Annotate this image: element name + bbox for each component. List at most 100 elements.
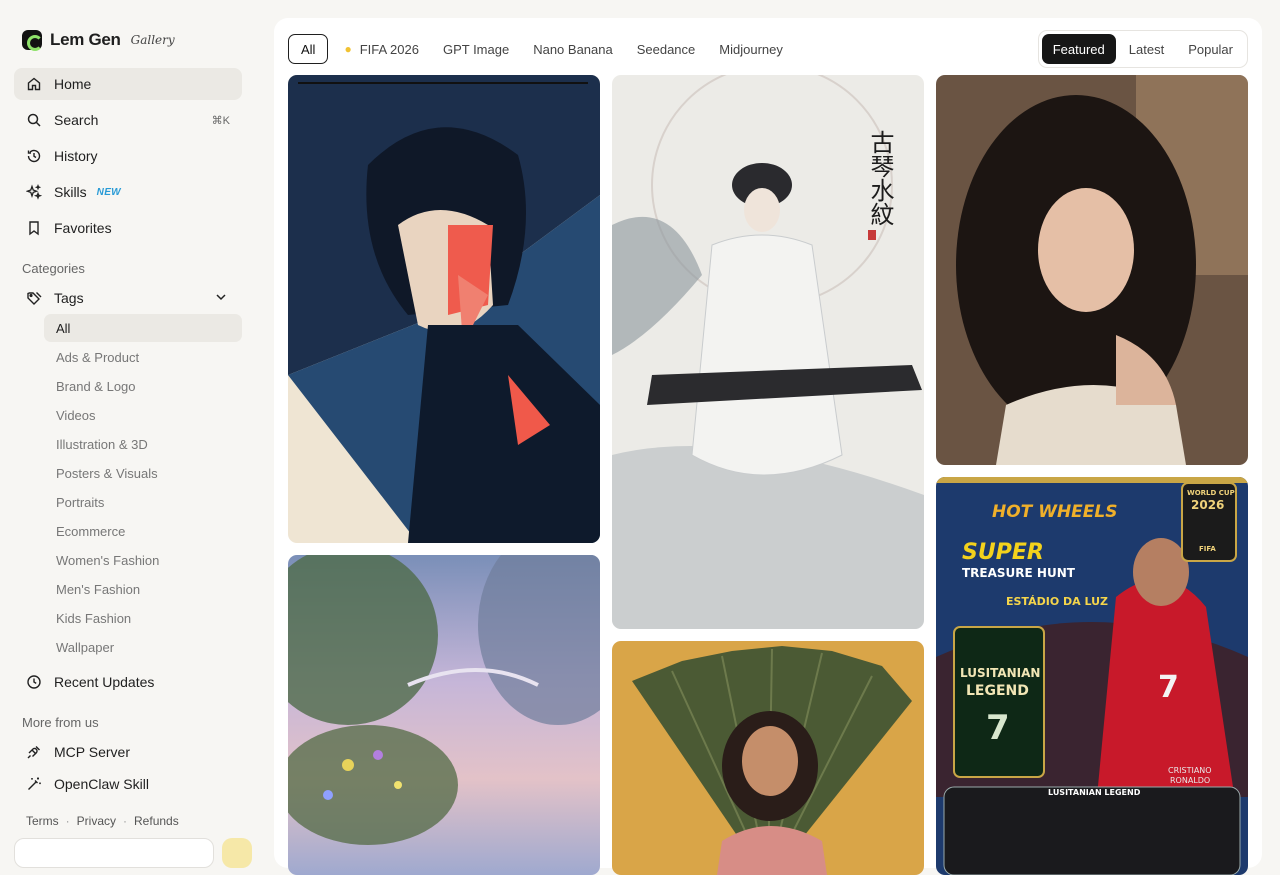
logo[interactable]: Lem Gen Gallery	[22, 30, 175, 51]
home-icon	[26, 76, 42, 92]
filter-midjourney[interactable]: Midjourney	[707, 34, 795, 64]
hw-title-1: SUPER	[962, 540, 1044, 565]
poster-title-text: 古琴水紋	[866, 130, 894, 226]
impressionist-garden-image	[288, 555, 600, 875]
nav-mcp-label: MCP Server	[54, 744, 130, 760]
nav-tags-label: Tags	[54, 290, 84, 306]
tag-mens-fashion[interactable]: Men's Fashion	[44, 575, 242, 603]
tag-illustration-3d[interactable]: Illustration & 3D	[44, 430, 242, 458]
new-badge: NEW	[96, 186, 121, 198]
nav-favorites-label: Favorites	[54, 220, 112, 236]
recent-nav: Recent Updates	[14, 666, 242, 698]
graphic-portrait-image	[288, 75, 600, 543]
nav-search[interactable]: Search ⌘K	[14, 104, 242, 136]
hw-title-2: TREASURE HUNT	[962, 566, 1076, 580]
nav-openclaw-skill[interactable]: OpenClaw Skill	[14, 768, 242, 800]
tag-brand-logo[interactable]: Brand & Logo	[44, 372, 242, 400]
nav-tags[interactable]: Tags	[14, 282, 242, 314]
tag-ecommerce[interactable]: Ecommerce	[44, 517, 242, 545]
nav-recent-updates[interactable]: Recent Updates	[14, 666, 242, 698]
privacy-link[interactable]: Privacy	[77, 814, 116, 828]
tag-kids-fashion[interactable]: Kids Fashion	[44, 604, 242, 632]
footer-links: Terms · Privacy · Refunds	[26, 814, 179, 828]
bulb-icon: ●	[344, 42, 352, 56]
hw-venue: ESTÁDIO DA LUZ	[1006, 595, 1108, 608]
hw-badge-2: 2026	[1191, 498, 1224, 512]
tag-portraits[interactable]: Portraits	[44, 488, 242, 516]
hw-legend-2: LEGEND	[966, 683, 1029, 699]
nav-search-label: Search	[54, 112, 99, 128]
brand-sub: Gallery	[130, 33, 175, 47]
plug-icon	[26, 744, 42, 760]
clock-icon	[26, 674, 42, 690]
sort-toggle: Featured Latest Popular	[1037, 30, 1248, 68]
hw-name-1: CRISTIANO	[1168, 766, 1212, 775]
refunds-link[interactable]: Refunds	[134, 814, 179, 828]
brand-name: Lem Gen	[50, 30, 121, 49]
hw-badge-1: WORLD CUP	[1187, 489, 1235, 497]
woman-portrait-image	[936, 75, 1248, 465]
hw-badge-3: FIFA	[1199, 545, 1216, 553]
gallery-card-impressionist-garden[interactable]	[288, 555, 600, 875]
gallery-main: All ● FIFA 2026 GPT Image Nano Banana Se…	[274, 18, 1262, 875]
footer-sep: ·	[65, 814, 70, 828]
hw-number-shirt: 7	[1158, 670, 1179, 705]
filter-nano-banana[interactable]: Nano Banana	[521, 34, 625, 64]
nav-home[interactable]: Home	[14, 68, 242, 100]
hw-logo-text: HOT WHEELS	[992, 502, 1117, 522]
nav-history[interactable]: History	[14, 140, 242, 172]
hot-wheels-poster-image: HOT WHEELS SUPER TREASURE HUNT ESTÁDIO D…	[936, 477, 1248, 875]
filter-seedance[interactable]: Seedance	[625, 34, 708, 64]
sort-popular[interactable]: Popular	[1177, 34, 1244, 64]
sort-featured[interactable]: Featured	[1041, 34, 1116, 64]
filter-all[interactable]: All	[288, 34, 329, 64]
gallery-card-woman-portrait[interactable]	[936, 75, 1248, 465]
categories-label: Categories	[22, 261, 85, 276]
filter-fifa-label: FIFA 2026	[359, 41, 419, 57]
tags-nav: Tags	[14, 282, 242, 314]
nav-favorites[interactable]: Favorites	[14, 212, 242, 244]
footer-sep: ·	[123, 814, 128, 828]
search-icon	[26, 112, 42, 128]
model-filters: All ● FIFA 2026 GPT Image Nano Banana Se…	[288, 34, 795, 64]
nav-skills[interactable]: Skills NEW	[14, 176, 242, 208]
gallery-card-graphic-portrait[interactable]	[288, 75, 600, 543]
bottom-input[interactable]	[14, 838, 214, 868]
tag-ads-product[interactable]: Ads & Product	[44, 343, 242, 371]
nav-history-label: History	[54, 148, 98, 164]
filter-fifa-2026[interactable]: ● FIFA 2026	[332, 34, 431, 64]
tag-womens-fashion[interactable]: Women's Fashion	[44, 546, 242, 574]
bookmark-icon	[26, 220, 42, 236]
more-nav: MCP Server OpenClaw Skill	[14, 736, 242, 800]
search-shortcut: ⌘K	[211, 114, 230, 127]
gallery-card-hot-wheels-poster[interactable]: HOT WHEELS SUPER TREASURE HUNT ESTÁDIO D…	[936, 477, 1248, 875]
guqin-painting-image: 古琴水紋	[612, 75, 924, 629]
history-icon	[26, 148, 42, 164]
sort-latest[interactable]: Latest	[1118, 34, 1175, 64]
tag-videos[interactable]: Videos	[44, 401, 242, 429]
logo-icon	[22, 30, 43, 51]
tag-all[interactable]: All	[44, 314, 242, 342]
nav-home-label: Home	[54, 76, 92, 92]
palm-portrait-image	[612, 641, 924, 875]
nav-skills-label: Skills	[54, 184, 87, 200]
sparkles-icon	[26, 184, 42, 200]
tag-wallpaper[interactable]: Wallpaper	[44, 633, 242, 661]
nav-recent-label: Recent Updates	[54, 674, 155, 690]
more-label: More from us	[22, 715, 99, 730]
filter-gpt-image[interactable]: GPT Image	[431, 34, 521, 64]
tag-posters-visuals[interactable]: Posters & Visuals	[44, 459, 242, 487]
terms-link[interactable]: Terms	[26, 814, 59, 828]
hw-name-2: RONALDO	[1170, 776, 1210, 785]
hw-pack-label: LUSITANIAN LEGEND	[1048, 788, 1141, 797]
gallery-card-palm-portrait[interactable]	[612, 641, 924, 875]
bottom-action-button[interactable]	[222, 838, 252, 868]
hw-legend-1: LUSITANIAN	[960, 666, 1040, 680]
nav-openclaw-label: OpenClaw Skill	[54, 776, 149, 792]
sidebar: Lem Gen Gallery Home Search ⌘K History S…	[0, 0, 256, 868]
nav-mcp-server[interactable]: MCP Server	[14, 736, 242, 768]
magic-wand-icon	[26, 776, 42, 792]
chevron-down-icon[interactable]	[214, 290, 228, 307]
gallery-card-guqin-painting[interactable]: 古琴水紋	[612, 75, 924, 629]
hw-number-card: 7	[986, 708, 1010, 748]
